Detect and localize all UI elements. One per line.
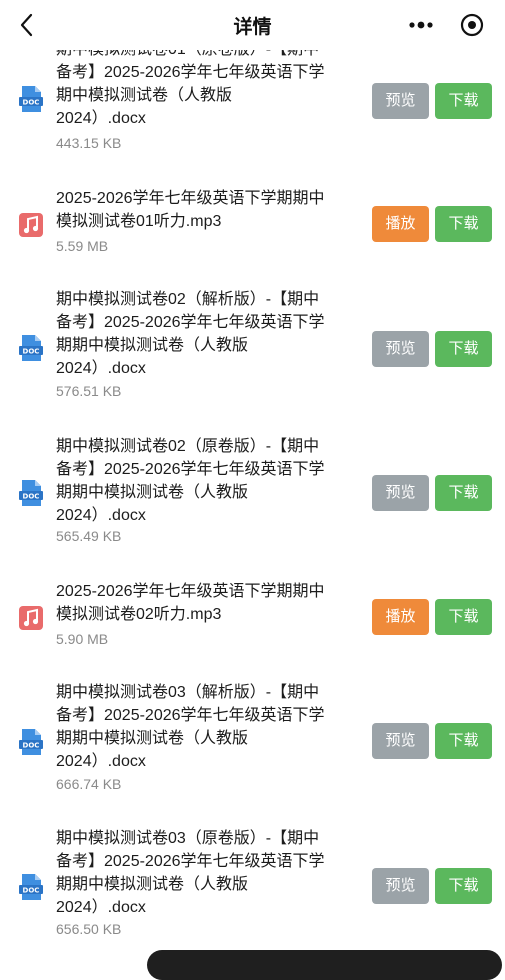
- file-name[interactable]: 2025-2026学年七年级英语下学期期中 模拟测试卷01听力.mp3: [56, 187, 356, 233]
- doc-icon-label: DOC: [23, 742, 40, 750]
- nav-header: 详情: [0, 0, 505, 50]
- file-name[interactable]: 期中模拟测试卷03（原卷版）-【期中 备考】2025-2026学年七年级英语下学…: [56, 827, 356, 919]
- file-size: 666.74 KB: [56, 776, 122, 792]
- doc-icon-label: DOC: [23, 887, 40, 895]
- file-size: 5.90 MB: [56, 631, 109, 647]
- file-name-line: 期中模拟测试卷02（解析版）-【期中: [56, 291, 320, 308]
- preview-button[interactable]: 预览: [372, 83, 429, 119]
- file-name[interactable]: 期中模拟测试卷02（解析版）-【期中 备考】2025-2026学年七年级英语下学…: [56, 288, 356, 380]
- file-size: 443.15 KB: [56, 135, 122, 151]
- download-button[interactable]: 下载: [435, 868, 492, 904]
- file-name-line: 2025-2026学年七年级英语下学期期中: [56, 583, 325, 600]
- file-name-line: 模拟测试卷01听力.mp3: [56, 213, 222, 230]
- file-name[interactable]: 期中模拟测试卷03（解析版）-【期中 备考】2025-2026学年七年级英语下学…: [56, 681, 356, 773]
- file-size: 576.51 KB: [56, 383, 122, 399]
- music-file-icon: [19, 213, 43, 237]
- doc-icon-label: DOC: [23, 348, 40, 356]
- play-button[interactable]: 播放: [372, 206, 429, 242]
- file-name-line: 期期中模拟测试卷（人教版: [56, 876, 249, 893]
- file-name-line: 2025-2026学年七年级英语下学期期中: [56, 190, 325, 207]
- file-name-line: 备考】2025-2026学年七年级英语下学: [56, 853, 325, 870]
- file-name[interactable]: 期中模拟测试卷01（原卷版）-【期中 备考】2025-2026学年七年级英语下学…: [56, 38, 356, 130]
- preview-button[interactable]: 预览: [372, 475, 429, 511]
- doc-file-icon: DOC: [19, 729, 43, 755]
- bottom-floating-bar[interactable]: [147, 950, 502, 980]
- doc-file-icon: DOC: [19, 86, 43, 112]
- file-name-line: 模拟测试卷02听力.mp3: [56, 606, 222, 623]
- file-name-line: 2024）.docx: [56, 899, 146, 916]
- doc-file-icon: DOC: [19, 874, 43, 900]
- file-name-line: 备考】2025-2026学年七年级英语下学: [56, 461, 325, 478]
- play-button[interactable]: 播放: [372, 599, 429, 635]
- preview-button[interactable]: 预览: [372, 868, 429, 904]
- download-button[interactable]: 下载: [435, 83, 492, 119]
- download-button[interactable]: 下载: [435, 331, 492, 367]
- file-name-line: 备考】2025-2026学年七年级英语下学: [56, 707, 325, 724]
- file-list: DOC 期中模拟测试卷01（原卷版）-【期中 备考】2025-2026学年七年级…: [0, 0, 505, 960]
- file-name-line: 期期中模拟测试卷（人教版: [56, 337, 249, 354]
- close-miniprogram-icon[interactable]: [460, 13, 484, 37]
- file-name[interactable]: 2025-2026学年七年级英语下学期期中 模拟测试卷02听力.mp3: [56, 580, 356, 626]
- file-name-line: 期中模拟测试卷03（原卷版）-【期中: [56, 830, 320, 847]
- file-name-line: 期中模拟测试卷（人教版: [56, 87, 233, 104]
- doc-icon-label: DOC: [23, 99, 40, 107]
- download-button[interactable]: 下载: [435, 599, 492, 635]
- download-button[interactable]: 下载: [435, 206, 492, 242]
- file-name[interactable]: 期中模拟测试卷02（原卷版）-【期中 备考】2025-2026学年七年级英语下学…: [56, 435, 356, 527]
- file-name-line: 2024）.docx: [56, 110, 146, 127]
- preview-button[interactable]: 预览: [372, 723, 429, 759]
- music-file-icon: [19, 606, 43, 630]
- doc-icon-label: DOC: [23, 493, 40, 501]
- file-name-line: 备考】2025-2026学年七年级英语下学: [56, 314, 325, 331]
- file-size: 5.59 MB: [56, 238, 109, 254]
- file-name-line: 期中模拟测试卷02（原卷版）-【期中: [56, 438, 320, 455]
- file-size: 656.50 KB: [56, 921, 122, 937]
- doc-file-icon: DOC: [19, 335, 43, 361]
- more-icon[interactable]: [406, 16, 436, 34]
- download-button[interactable]: 下载: [435, 475, 492, 511]
- file-name-line: 期中模拟测试卷03（解析版）-【期中: [56, 684, 320, 701]
- doc-file-icon: DOC: [19, 480, 43, 506]
- file-name-line: 2024）.docx: [56, 507, 146, 524]
- preview-button[interactable]: 预览: [372, 331, 429, 367]
- file-name-line: 期期中模拟测试卷（人教版: [56, 484, 249, 501]
- file-name-line: 2024）.docx: [56, 753, 146, 770]
- file-name-line: 期期中模拟测试卷（人教版: [56, 730, 249, 747]
- file-name-line: 2024）.docx: [56, 360, 146, 377]
- file-size: 565.49 KB: [56, 528, 122, 544]
- download-button[interactable]: 下载: [435, 723, 492, 759]
- file-name-line: 备考】2025-2026学年七年级英语下学: [56, 64, 325, 81]
